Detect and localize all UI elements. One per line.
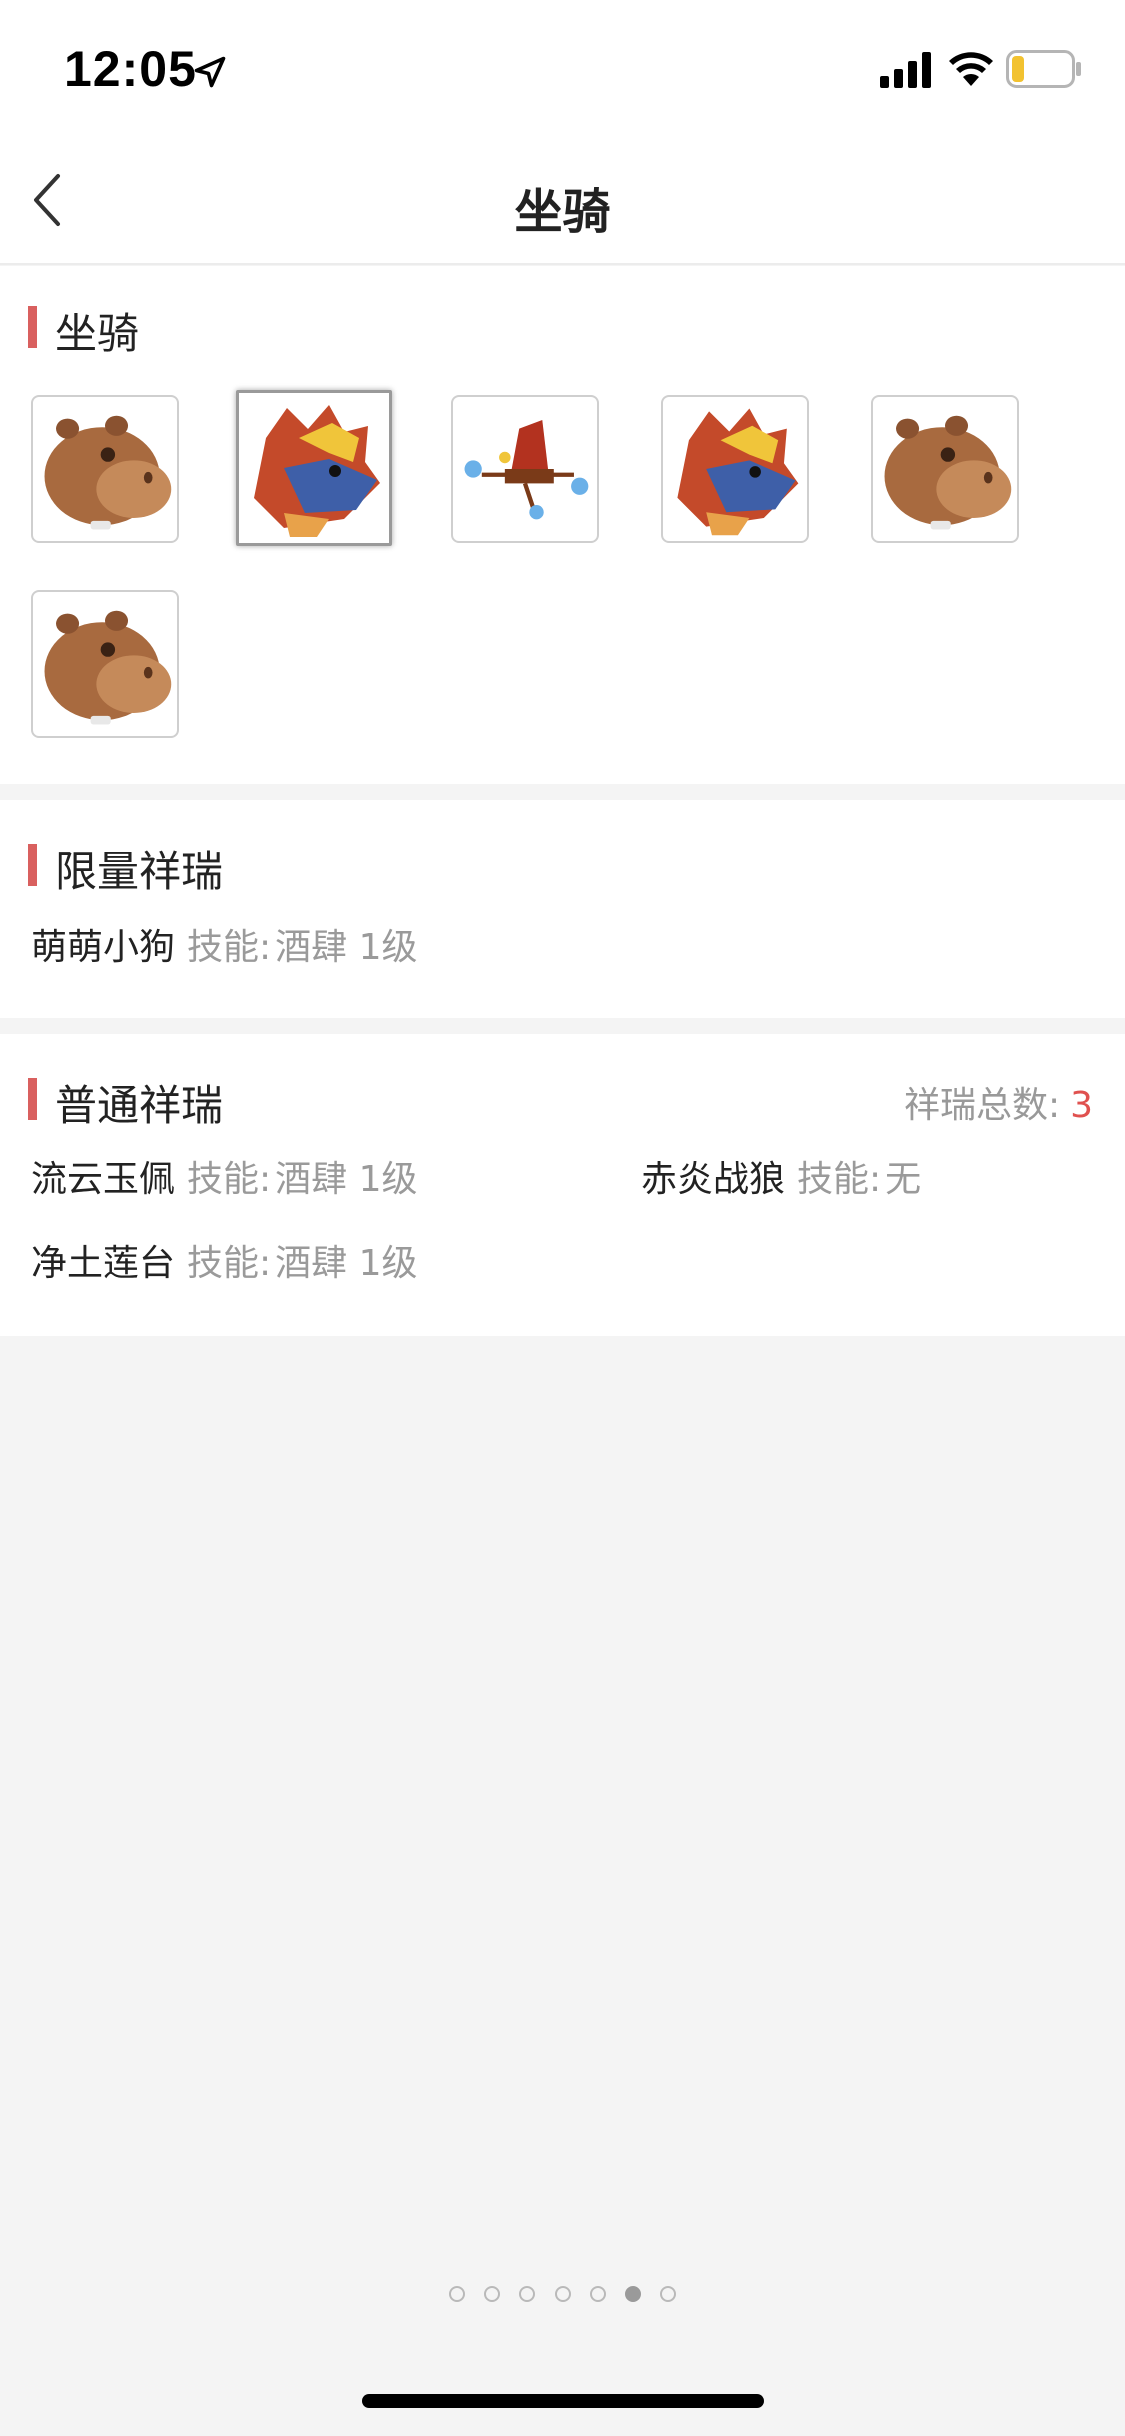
limited-section-header: 限量祥瑞 <box>0 834 1125 896</box>
skill-label: 技能: <box>797 1159 882 1200</box>
skill-value: 酒肆 1级 <box>275 927 418 968</box>
item-name: 净土莲台 <box>31 1243 176 1284</box>
section-title: 坐骑 <box>55 309 140 358</box>
navigation-bar: 坐骑 <box>0 132 1125 265</box>
page-dot[interactable] <box>449 2286 466 2302</box>
section-accent-bar <box>28 306 37 348</box>
page-dot[interactable] <box>659 2286 676 2302</box>
battery-low-icon <box>1006 50 1081 88</box>
skill-label: 技能: <box>187 1243 272 1284</box>
list-item: 净土莲台 技能: 酒肆 1级 <box>31 1234 418 1286</box>
hippo-icon <box>44 610 172 725</box>
home-indicator[interactable] <box>362 2394 764 2408</box>
total-label: 祥瑞总数: <box>903 1085 1061 1126</box>
section-title: 限量祥瑞 <box>55 847 224 896</box>
list-item: 萌萌小狗 技能: 酒肆 1级 <box>31 918 418 970</box>
section-accent-bar <box>28 844 37 886</box>
skill-label: 技能: <box>187 1159 272 1200</box>
xiangrui-total: 祥瑞总数: 3 <box>904 1076 1093 1128</box>
mount-thumb-hippo[interactable] <box>31 590 179 738</box>
mount-thumb-wolf-selected[interactable] <box>236 390 392 546</box>
skill-label: 技能: <box>187 927 272 968</box>
page-indicator <box>0 2286 1125 2306</box>
normal-section-header: 普通祥瑞 祥瑞总数: 3 <box>0 1068 1125 1130</box>
total-value: 3 <box>1070 1085 1093 1126</box>
page-dot-active[interactable] <box>624 2286 641 2302</box>
page-dot[interactable] <box>589 2286 606 2302</box>
wifi-icon <box>949 52 993 86</box>
screen: 12:05 坐骑 坐骑 限量祥瑞 萌萌小狗 技能: 酒肆 1级 普通祥瑞 祥瑞总… <box>0 0 1125 2436</box>
mount-thumb-wolf[interactable] <box>661 395 809 543</box>
page-dot[interactable] <box>484 2286 501 2302</box>
location-arrow-icon <box>194 56 226 88</box>
item-name: 萌萌小狗 <box>31 927 176 968</box>
hippo-icon <box>884 415 1012 530</box>
limited-xiangrui-section: 限量祥瑞 萌萌小狗 技能: 酒肆 1级 <box>0 800 1125 1018</box>
mount-thumb-cloud-seat[interactable] <box>451 395 599 543</box>
wolf-icon <box>254 405 380 537</box>
skill-value: 酒肆 1级 <box>275 1243 418 1284</box>
wolf-icon <box>677 408 799 536</box>
mount-section: 坐骑 <box>0 266 1125 784</box>
skill-value: 无 <box>885 1159 922 1200</box>
section-title: 普通祥瑞 <box>55 1081 224 1130</box>
mount-section-header: 坐骑 <box>0 296 1125 358</box>
status-bar: 12:05 <box>0 0 1125 132</box>
hippo-icon <box>44 415 172 530</box>
page-dot[interactable] <box>519 2286 536 2302</box>
page-title: 坐骑 <box>514 184 611 240</box>
mount-thumb-hippo[interactable] <box>871 395 1019 543</box>
cellular-signal-icon <box>880 52 931 88</box>
cloud-seat-icon <box>464 420 589 520</box>
normal-xiangrui-section: 普通祥瑞 祥瑞总数: 3 流云玉佩 技能: 酒肆 1级 赤炎战狼 技能: 无 净土莲台 技能… <box>0 1034 1125 1336</box>
item-name: 流云玉佩 <box>31 1159 176 1200</box>
section-accent-bar <box>28 1078 37 1120</box>
page-dot[interactable] <box>554 2286 571 2302</box>
list-item: 流云玉佩 技能: 酒肆 1级 <box>31 1150 418 1202</box>
item-name: 赤炎战狼 <box>641 1159 786 1200</box>
mount-thumb-hippo[interactable] <box>31 395 179 543</box>
list-item: 赤炎战狼 技能: 无 <box>641 1150 921 1202</box>
skill-value: 酒肆 1级 <box>275 1159 418 1200</box>
status-time: 12:05 <box>64 41 197 97</box>
